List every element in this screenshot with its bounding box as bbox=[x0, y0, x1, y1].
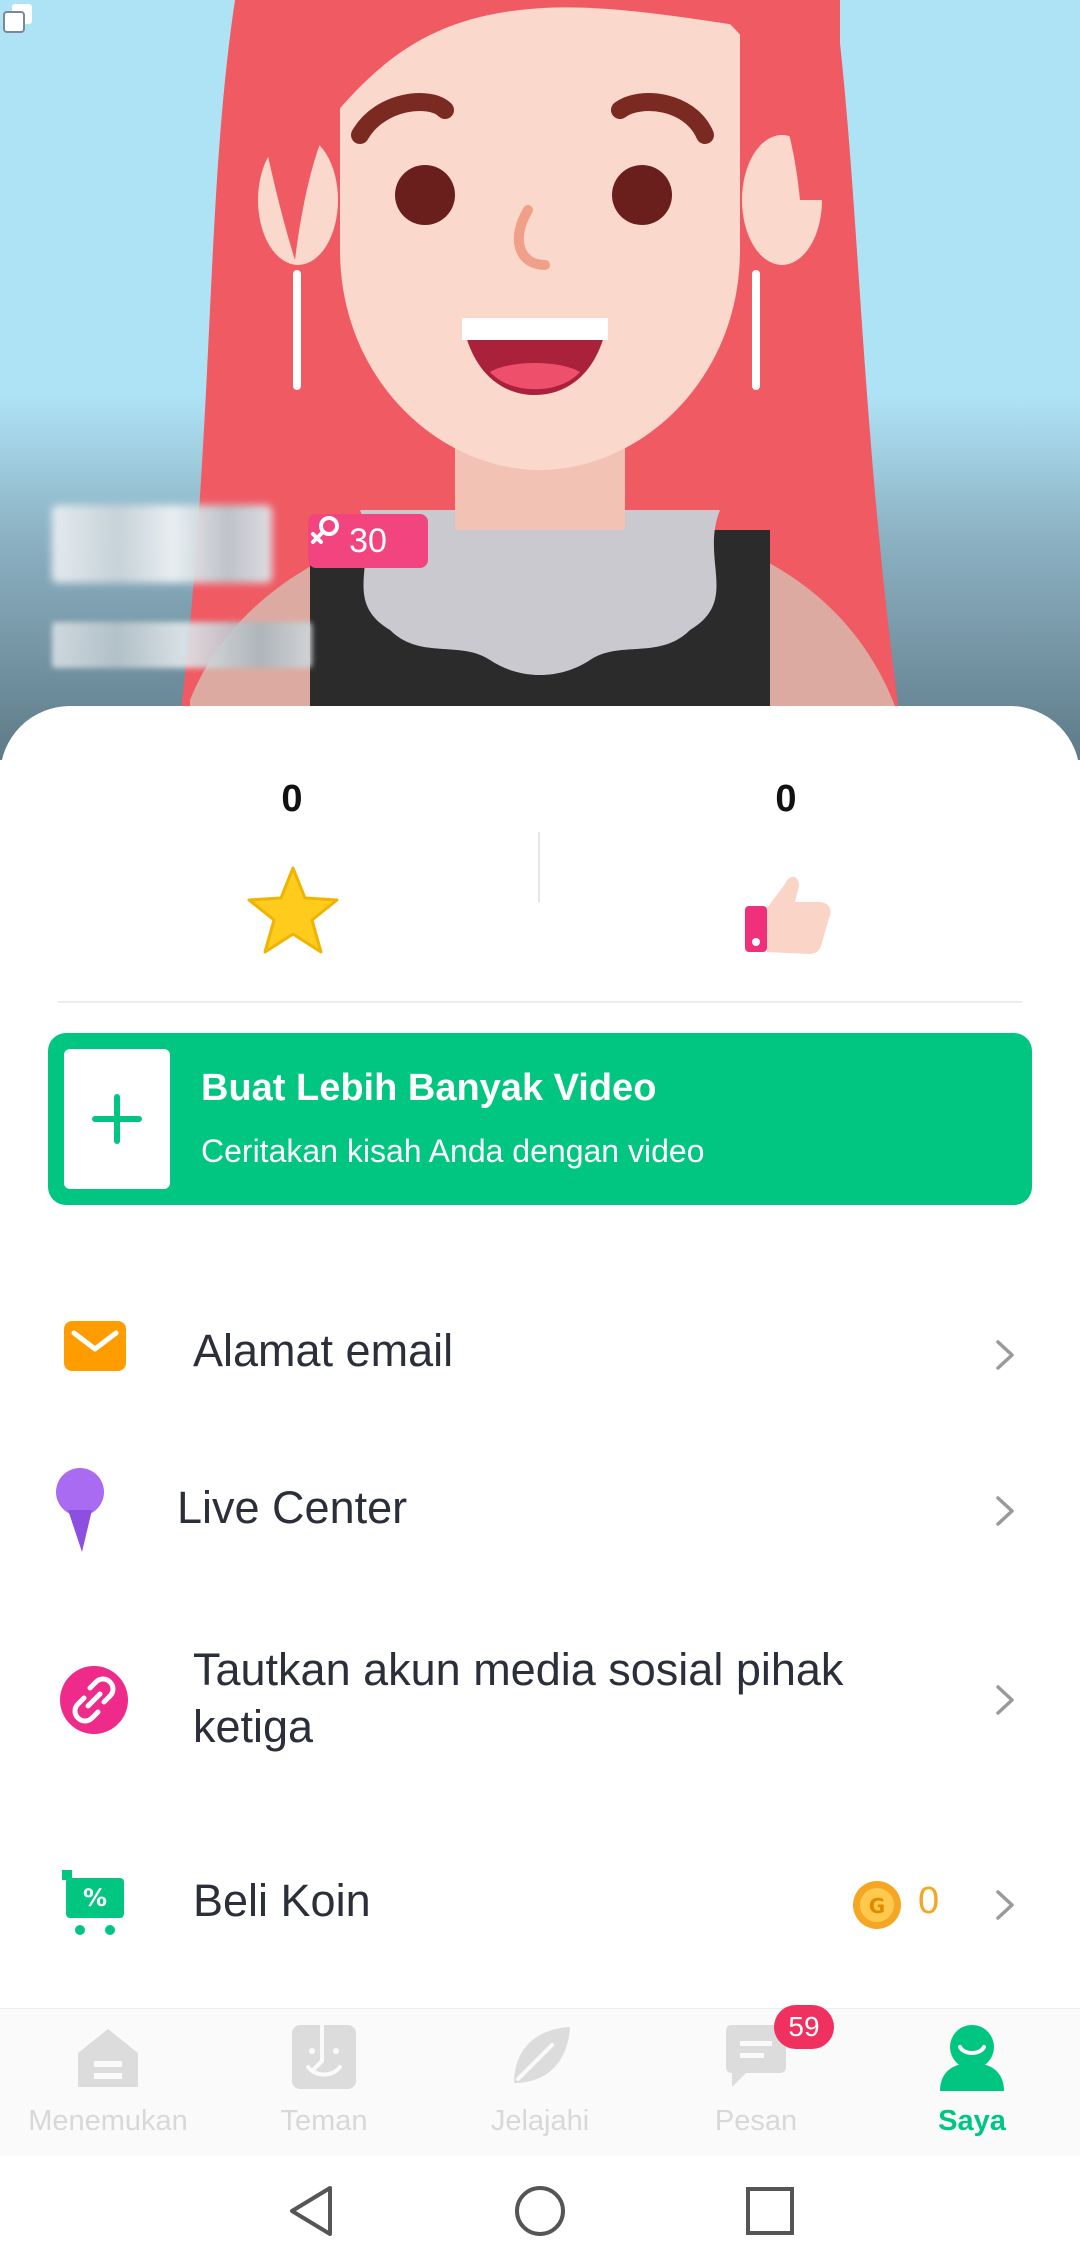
menu-label-live-center: Live Center bbox=[177, 1482, 408, 1533]
username-blurred bbox=[52, 505, 272, 583]
back-icon[interactable] bbox=[284, 2182, 338, 2240]
thumbs-up-icon[interactable] bbox=[737, 862, 837, 962]
nav-item-discover[interactable]: Menemukan bbox=[0, 2009, 216, 2157]
nav-item-explore[interactable]: Jelajahi bbox=[432, 2009, 648, 2157]
bottom-nav: Menemukan Teman Jelajahi Pesan Saya bbox=[0, 2008, 1080, 2156]
plus-icon bbox=[64, 1049, 170, 1189]
chevron-right-icon bbox=[996, 1685, 1014, 1715]
profile-cover[interactable]: 30 bbox=[0, 0, 1080, 760]
leaf-icon bbox=[514, 2027, 570, 2083]
menu-label-email: Alamat email bbox=[193, 1325, 454, 1376]
email-icon bbox=[64, 1321, 126, 1371]
level-badge: 30 bbox=[308, 514, 428, 568]
menu-item-link-social[interactable]: Tautkan akun media sosial pihak ketiga bbox=[0, 1630, 1080, 1770]
system-navigation-bar bbox=[0, 2156, 1080, 2267]
chevron-right-icon bbox=[996, 1890, 1014, 1920]
menu-label-link-social: Tautkan akun media sosial pihak ketiga bbox=[193, 1644, 844, 1752]
stat-divider bbox=[538, 832, 540, 902]
copy-icon[interactable] bbox=[0, 0, 36, 36]
user-id-blurred bbox=[52, 622, 312, 668]
favorites-count: 0 bbox=[281, 778, 303, 820]
star-icon[interactable] bbox=[243, 862, 343, 962]
nav-label-me: Saya bbox=[938, 2105, 1006, 2137]
chevron-right-icon bbox=[996, 1340, 1014, 1370]
profile-page: 30 0 0 Buat Lebih Banyak Video Ceritakan… bbox=[0, 0, 1080, 2267]
friends-icon bbox=[292, 2025, 356, 2089]
profile-icon bbox=[940, 2025, 1004, 2091]
coin-balance: 0 bbox=[918, 1880, 940, 1922]
create-video-banner[interactable]: Buat Lebih Banyak Video Ceritakan kisah … bbox=[48, 1033, 1032, 1205]
nav-label-explore: Jelajahi bbox=[490, 2105, 590, 2137]
section-divider bbox=[58, 1001, 1022, 1003]
nav-item-me[interactable]: Saya bbox=[864, 2009, 1080, 2157]
home-button-icon[interactable] bbox=[512, 2182, 568, 2240]
banner-subtitle: Ceritakan kisah Anda dengan video bbox=[201, 1133, 705, 1169]
banner-title: Buat Lebih Banyak Video bbox=[201, 1067, 657, 1109]
likes-count: 0 bbox=[775, 778, 797, 820]
level-value: 30 bbox=[349, 521, 387, 560]
messages-unread-badge: 59 bbox=[774, 2005, 834, 2049]
nav-label-messages: Pesan bbox=[714, 2105, 798, 2137]
recents-icon[interactable] bbox=[742, 2182, 798, 2240]
menu-label-buy-coins: Beli Koin bbox=[193, 1875, 371, 1926]
menu-item-live-center[interactable]: Live Center bbox=[0, 1450, 1080, 1570]
menu-item-email[interactable]: Alamat email bbox=[0, 1300, 1080, 1410]
svg-text:G: G bbox=[869, 1894, 885, 1918]
chevron-right-icon bbox=[996, 1496, 1014, 1526]
nav-item-friends[interactable]: Teman bbox=[216, 2009, 432, 2157]
microphone-icon bbox=[56, 1468, 104, 1552]
svg-text:%: % bbox=[83, 1884, 107, 1912]
home-icon bbox=[78, 2029, 138, 2087]
shopping-cart-icon: % bbox=[62, 1870, 124, 1935]
female-gender-icon bbox=[311, 516, 339, 544]
nav-label-friends: Teman bbox=[280, 2105, 368, 2137]
nav-label-discover: Menemukan bbox=[28, 2105, 188, 2137]
link-icon bbox=[60, 1666, 128, 1734]
coin-icon: G bbox=[853, 1881, 901, 1929]
